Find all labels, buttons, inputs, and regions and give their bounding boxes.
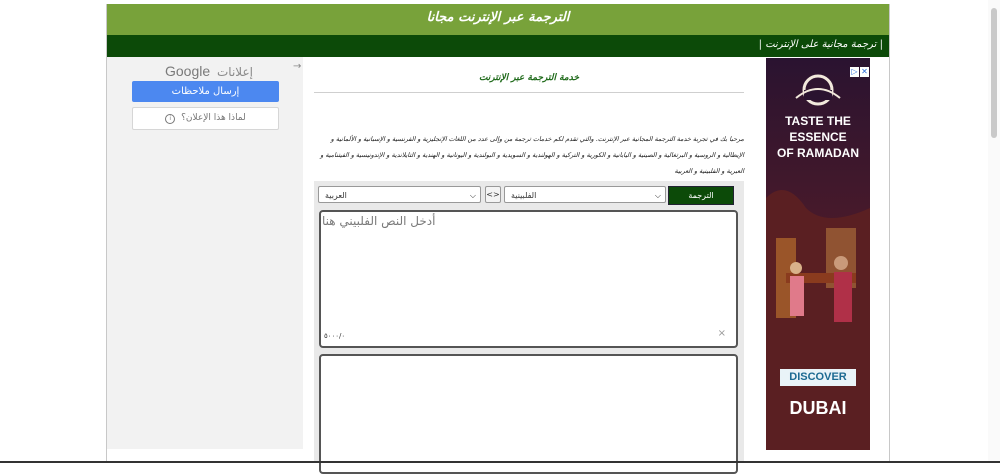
ads-label: إعلانات [216,65,253,79]
source-text-input[interactable]: أدخل النص الفلبيني هنا × ٥٠٠٠/٠ [319,210,738,348]
scrollbar-thumb[interactable] [991,8,997,138]
service-title: خدمة الترجمة عبر الإنترنت [478,73,580,83]
sidebar-ad: → إعلانات Google إرسال ملاحظات لماذا هذا… [107,57,303,449]
dubai-logo: DUBAI [789,398,847,418]
info-icon: i [165,114,176,124]
nav-link-free-translation[interactable]: | ترجمة مجانية على الإنترنت | [759,39,883,50]
clear-icon[interactable]: × [718,328,726,339]
translator-panel: الترجمة الفلبينية ⌵ <> العربية ⌵ أدخل ال… [314,181,744,474]
target-language-value: العربية [325,191,347,200]
translate-button[interactable]: الترجمة [668,186,734,205]
chevron-down-icon: ⌵ [469,191,476,200]
why-this-ad-label: لماذا هذا الإعلان؟ [181,113,246,123]
source-language-select[interactable]: الفلبينية ⌵ [504,186,666,203]
ad-headline-line3: OF RAMADAN [777,146,859,160]
ad-headline-line1: TASTE THE [785,114,851,128]
discover-button[interactable]: DISCOVER [780,369,856,386]
nav-bar: | ترجمة مجانية على الإنترنت | [107,35,889,57]
translation-output[interactable] [319,354,738,474]
chevron-down-icon: ⌵ [654,191,661,200]
why-this-ad-button[interactable]: لماذا هذا الإعلان؟ i [132,107,279,130]
google-logo: Google [165,63,211,79]
close-ad-icon[interactable]: → [293,61,301,72]
page-scrollbar[interactable] [988,0,1000,463]
intro-text: مرحبا بك في تجربة خدمة الترجمة المجانية … [320,135,744,175]
header-bar: الترجمة عبر الإنترنت مجانا [107,4,889,35]
ads-by-google-label: إعلانات Google [165,63,253,79]
ramadan-ad-banner[interactable]: ▷ ✕ TASTE THE ESSENCE OF RAMADAN DISCOVER… [766,58,870,450]
send-feedback-button[interactable]: إرسال ملاحظات [132,81,279,102]
swap-languages-button[interactable]: <> [485,186,501,203]
char-counter: ٥٠٠٠/٠ [324,332,346,340]
ad-headline-line2: ESSENCE [789,130,847,144]
divider [314,92,744,93]
input-placeholder: أدخل النص الفلبيني هنا [322,214,436,228]
ad-close-icon[interactable]: ✕ [860,67,869,77]
ad-choices-badges[interactable]: ▷ ✕ [849,59,869,78]
source-language-value: الفلبينية [511,191,537,200]
main-content: خدمة الترجمة عبر الإنترنت مرحبا بك في تج… [314,57,744,474]
ad-headline: TASTE THE ESSENCE OF RAMADAN [766,113,870,161]
site-title[interactable]: الترجمة عبر الإنترنت مجانا [107,10,889,25]
target-language-select[interactable]: العربية ⌵ [318,186,481,203]
ad-info-icon[interactable]: ▷ [850,67,859,77]
